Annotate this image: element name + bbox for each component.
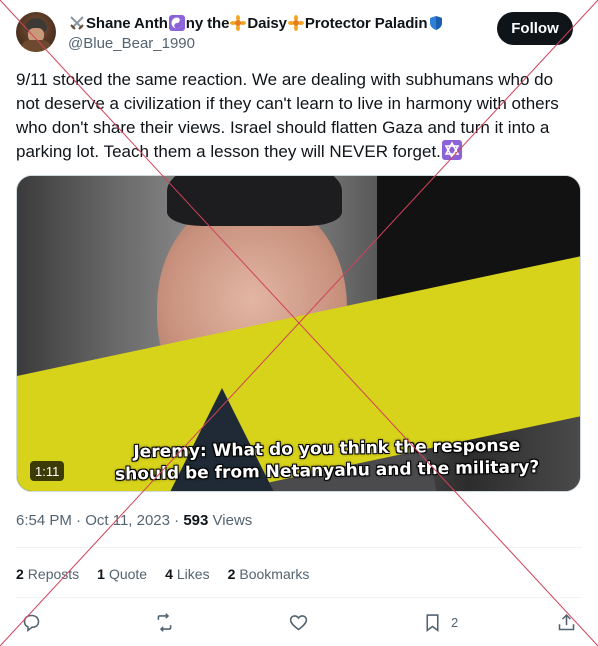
meta-separator: · bbox=[76, 512, 82, 529]
avatar[interactable] bbox=[16, 12, 56, 52]
crossed-swords-icon bbox=[70, 16, 84, 30]
bookmark-icon bbox=[426, 613, 439, 632]
sunflower-icon bbox=[230, 15, 247, 31]
blue-shield-icon bbox=[430, 16, 443, 30]
star-of-david-icon bbox=[441, 140, 462, 160]
display-name-part: Protector Paladin bbox=[304, 14, 428, 32]
stat-reposts[interactable]: 2 Reposts bbox=[16, 566, 79, 582]
user-handle[interactable]: @Blue_Bear_1990 bbox=[68, 35, 195, 52]
reply-button[interactable] bbox=[21, 608, 42, 636]
share-icon bbox=[558, 613, 575, 630]
share-button[interactable] bbox=[556, 608, 577, 636]
video-duration-badge: 1:11 bbox=[30, 461, 65, 481]
display-name-part: ny the bbox=[185, 14, 230, 32]
display-name-part: Shane Anth bbox=[86, 14, 168, 32]
stat-quotes[interactable]: 1 Quote bbox=[97, 566, 147, 582]
like-icon bbox=[289, 614, 308, 630]
person-cap bbox=[167, 176, 342, 226]
divider bbox=[16, 597, 582, 598]
follow-button[interactable]: Follow bbox=[497, 12, 573, 45]
video-player[interactable]: Jeremy: What do you think the response s… bbox=[16, 175, 581, 492]
stat-likes[interactable]: 4 Likes bbox=[165, 566, 209, 582]
bookmark-button[interactable]: 2 bbox=[422, 608, 458, 636]
video-subtitle: Jeremy: What do you think the response s… bbox=[77, 434, 578, 487]
retweet-icon bbox=[157, 612, 172, 632]
reply-icon bbox=[23, 614, 40, 632]
display-name-part: Daisy bbox=[247, 14, 287, 32]
retweet-button[interactable] bbox=[154, 608, 175, 636]
action-bar: 2 bbox=[0, 608, 598, 636]
views-label: Views bbox=[212, 512, 253, 529]
tweet-text: 9/11 stoked the same reaction. We are de… bbox=[16, 68, 576, 164]
tweet: Shane Anth ny the Daisy Protector Paladi… bbox=[0, 0, 598, 646]
views-count: 593 bbox=[183, 512, 209, 529]
yin-yang-icon bbox=[168, 15, 185, 31]
display-name[interactable]: Shane Anth ny the Daisy Protector Paladi… bbox=[68, 13, 445, 33]
meta-separator: · bbox=[174, 512, 180, 529]
tweet-meta: 6:54 PM · Oct 11, 2023 · 593 Views bbox=[16, 512, 252, 529]
engagement-stats: 2 Reposts 1 Quote 4 Likes 2 Bookmarks bbox=[16, 566, 327, 582]
tweet-date[interactable]: Oct 11, 2023 bbox=[85, 512, 170, 529]
divider bbox=[16, 547, 582, 548]
like-button[interactable] bbox=[288, 608, 309, 636]
stat-bookmarks[interactable]: 2 Bookmarks bbox=[228, 566, 310, 582]
sunflower-icon bbox=[287, 15, 304, 31]
bookmark-count: 2 bbox=[451, 614, 459, 630]
tweet-time[interactable]: 6:54 PM bbox=[16, 512, 72, 529]
tweet-body: 9/11 stoked the same reaction. We are de… bbox=[16, 70, 559, 161]
